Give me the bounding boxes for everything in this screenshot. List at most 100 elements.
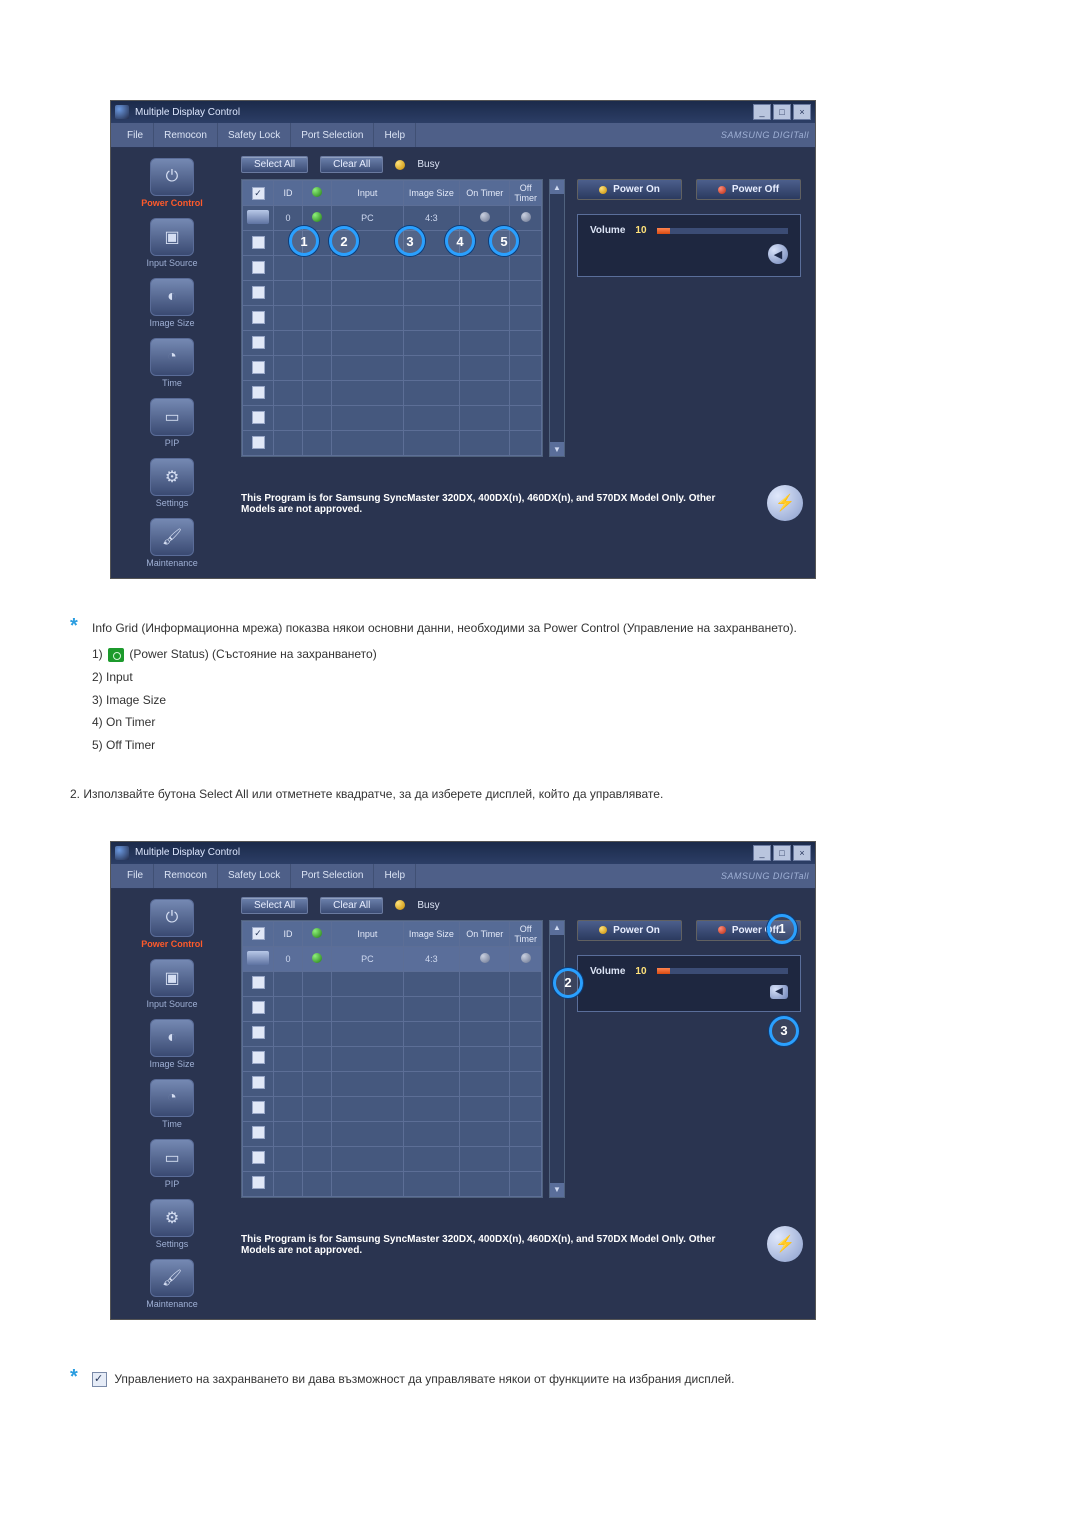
row-checkbox[interactable]: [252, 1026, 265, 1039]
sidebar-item-settings[interactable]: ⚙ Settings: [117, 458, 227, 508]
sidebar-item-image-size[interactable]: ◐ Image Size: [117, 278, 227, 328]
table-row[interactable]: [243, 381, 542, 406]
menu-help[interactable]: Help: [374, 864, 416, 888]
table-row[interactable]: [243, 971, 542, 996]
power-on-button[interactable]: Power On: [577, 179, 682, 200]
sidebar-item-image-size[interactable]: ◐ Image Size: [117, 1019, 227, 1069]
minimize-button[interactable]: _: [753, 845, 771, 861]
maximize-button[interactable]: □: [773, 104, 791, 120]
sidebar-item-pip[interactable]: ▭ PIP: [117, 1139, 227, 1189]
sidebar-item-time[interactable]: ◔ Time: [117, 1079, 227, 1129]
sidebar-item-maintenance[interactable]: 🖌 Maintenance: [117, 1259, 227, 1309]
scroll-down-icon[interactable]: ▼: [550, 1183, 564, 1197]
menu-port-selection[interactable]: Port Selection: [291, 123, 374, 147]
row-checkbox[interactable]: [252, 1101, 265, 1114]
sidebar-item-time[interactable]: ◔ Time: [117, 338, 227, 388]
table-row[interactable]: [243, 1096, 542, 1121]
table-row[interactable]: [243, 356, 542, 381]
row-checkbox[interactable]: [252, 261, 265, 274]
sidebar-item-input-source[interactable]: ▣ Input Source: [117, 959, 227, 1009]
table-row[interactable]: [243, 1021, 542, 1046]
power-off-button[interactable]: Power Off: [696, 179, 801, 200]
brand-label: SAMSUNG DIGITall: [721, 871, 809, 881]
row-checkbox[interactable]: [252, 311, 265, 324]
table-row[interactable]: [243, 1121, 542, 1146]
sidebar-item-label: Input Source: [146, 258, 197, 268]
clear-all-button[interactable]: Clear All: [320, 897, 383, 914]
close-button[interactable]: ×: [793, 104, 811, 120]
col-id: ID: [274, 921, 303, 946]
table-row[interactable]: [243, 996, 542, 1021]
volume-value: 10: [635, 966, 646, 977]
maintenance-icon: 🖌: [150, 518, 194, 556]
row-checkbox[interactable]: [252, 1176, 265, 1189]
clear-all-button[interactable]: Clear All: [320, 156, 383, 173]
row-checkbox[interactable]: [252, 1051, 265, 1064]
menu-remocon[interactable]: Remocon: [154, 864, 218, 888]
header-checkbox[interactable]: [252, 187, 265, 200]
table-row[interactable]: [243, 1146, 542, 1171]
table-row[interactable]: [243, 406, 542, 431]
sidebar-item-label: Maintenance: [146, 558, 198, 568]
grid-scrollbar[interactable]: ▲ ▼: [549, 920, 565, 1198]
table-row[interactable]: [243, 1171, 542, 1196]
row-checkbox[interactable]: [252, 361, 265, 374]
table-row[interactable]: [243, 1046, 542, 1071]
row-checkbox[interactable]: [252, 1001, 265, 1014]
table-row[interactable]: [243, 1071, 542, 1096]
menu-file[interactable]: File: [117, 123, 154, 147]
row-checkbox[interactable]: [252, 386, 265, 399]
speaker-icon[interactable]: ◀: [768, 244, 788, 264]
menu-safety-lock[interactable]: Safety Lock: [218, 123, 291, 147]
sidebar-item-pip[interactable]: ▭ PIP: [117, 398, 227, 448]
table-row[interactable]: [243, 256, 542, 281]
volume-value: 10: [635, 225, 646, 236]
grid-scrollbar[interactable]: ▲ ▼: [549, 179, 565, 457]
row-checkbox[interactable]: [252, 286, 265, 299]
table-row[interactable]: [243, 281, 542, 306]
menu-remocon[interactable]: Remocon: [154, 123, 218, 147]
table-row[interactable]: [243, 331, 542, 356]
sidebar-item-label: Input Source: [146, 999, 197, 1009]
sidebar-item-settings[interactable]: ⚙ Settings: [117, 1199, 227, 1249]
scroll-up-icon[interactable]: ▲: [550, 180, 564, 194]
menu-safety-lock[interactable]: Safety Lock: [218, 864, 291, 888]
row-checkbox[interactable]: [252, 236, 265, 249]
table-row[interactable]: 0 PC 4:3: [243, 946, 542, 971]
volume-slider[interactable]: [657, 968, 788, 974]
table-row[interactable]: [243, 431, 542, 456]
note-asterisk-icon: *: [70, 1370, 84, 1388]
row-checkbox[interactable]: [252, 1076, 265, 1089]
header-checkbox[interactable]: [252, 927, 265, 940]
select-all-button[interactable]: Select All: [241, 897, 308, 914]
row-checkbox[interactable]: [252, 436, 265, 449]
menu-file[interactable]: File: [117, 864, 154, 888]
row-checkbox[interactable]: [252, 976, 265, 989]
sidebar-item-input-source[interactable]: ▣ Input Source: [117, 218, 227, 268]
app-window-1: Multiple Display Control _ □ × File Remo…: [110, 100, 816, 579]
volume-slider[interactable]: [657, 228, 788, 234]
row-checkbox[interactable]: [252, 411, 265, 424]
close-button[interactable]: ×: [793, 845, 811, 861]
scroll-up-icon[interactable]: ▲: [550, 921, 564, 935]
menu-port-selection[interactable]: Port Selection: [291, 864, 374, 888]
callout-1: 1: [767, 914, 797, 944]
sidebar-item-power-control[interactable]: ⏻ Power Control: [117, 899, 227, 949]
power-on-dot-icon: [599, 926, 607, 934]
row-checkbox[interactable]: [252, 1126, 265, 1139]
power-on-button[interactable]: Power On: [577, 920, 682, 941]
list-item: 3) Image Size: [92, 689, 1010, 712]
table-row[interactable]: [243, 306, 542, 331]
select-all-button[interactable]: Select All: [241, 156, 308, 173]
menu-help[interactable]: Help: [374, 123, 416, 147]
scroll-down-icon[interactable]: ▼: [550, 442, 564, 456]
off-timer-icon: [521, 212, 531, 222]
maximize-button[interactable]: □: [773, 845, 791, 861]
sidebar-item-power-control[interactable]: ⏻ Power Control: [117, 158, 227, 208]
col-image-size: Image Size: [403, 181, 460, 206]
row-checkbox[interactable]: [252, 1151, 265, 1164]
minimize-button[interactable]: _: [753, 104, 771, 120]
row-checkbox[interactable]: [252, 336, 265, 349]
speaker-icon[interactable]: ◀: [770, 985, 788, 999]
sidebar-item-maintenance[interactable]: 🖌 Maintenance: [117, 518, 227, 568]
